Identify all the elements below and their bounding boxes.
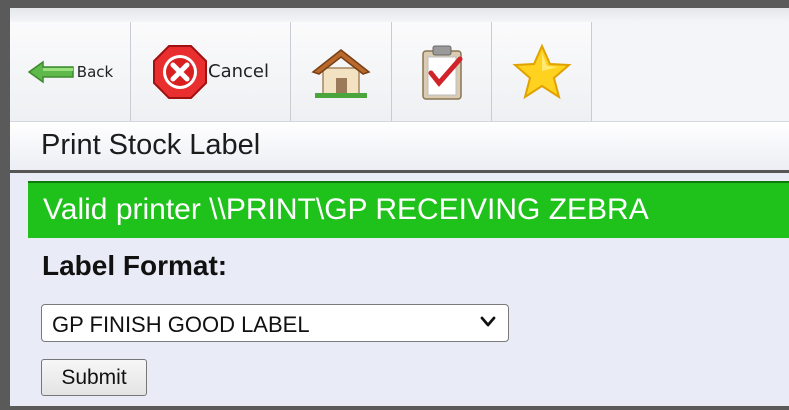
label-format-select[interactable]: GP FINISH GOOD LABEL <box>41 304 509 342</box>
cancel-stop-icon <box>153 44 207 99</box>
back-button[interactable]: Back <box>10 22 131 121</box>
favorites-button[interactable] <box>492 22 592 121</box>
back-arrow-icon <box>27 60 74 83</box>
submit-button[interactable]: Submit <box>41 359 147 396</box>
page-title: Print Stock Label <box>41 129 261 161</box>
star-icon <box>511 43 572 99</box>
status-message: Valid printer \\PRINT\GP RECEIVING ZEBRA <box>43 193 649 226</box>
clipboard-check-button[interactable] <box>392 22 492 121</box>
label-format-label: Label Format: <box>42 250 228 281</box>
status-banner: Valid printer \\PRINT\GP RECEIVING ZEBRA <box>28 181 789 238</box>
cancel-label: Cancel <box>208 61 269 82</box>
clipboard-check-icon <box>421 45 462 100</box>
label-format-value: GP FINISH GOOD LABEL <box>52 312 310 337</box>
cancel-button[interactable]: Cancel <box>131 22 291 121</box>
chevron-down-icon <box>480 316 496 327</box>
toolbar: Back Cancel <box>10 8 789 121</box>
back-label: Back <box>76 62 114 81</box>
home-button[interactable] <box>291 22 392 121</box>
page-title-bar: Print Stock Label <box>10 121 789 173</box>
home-icon <box>311 48 371 98</box>
